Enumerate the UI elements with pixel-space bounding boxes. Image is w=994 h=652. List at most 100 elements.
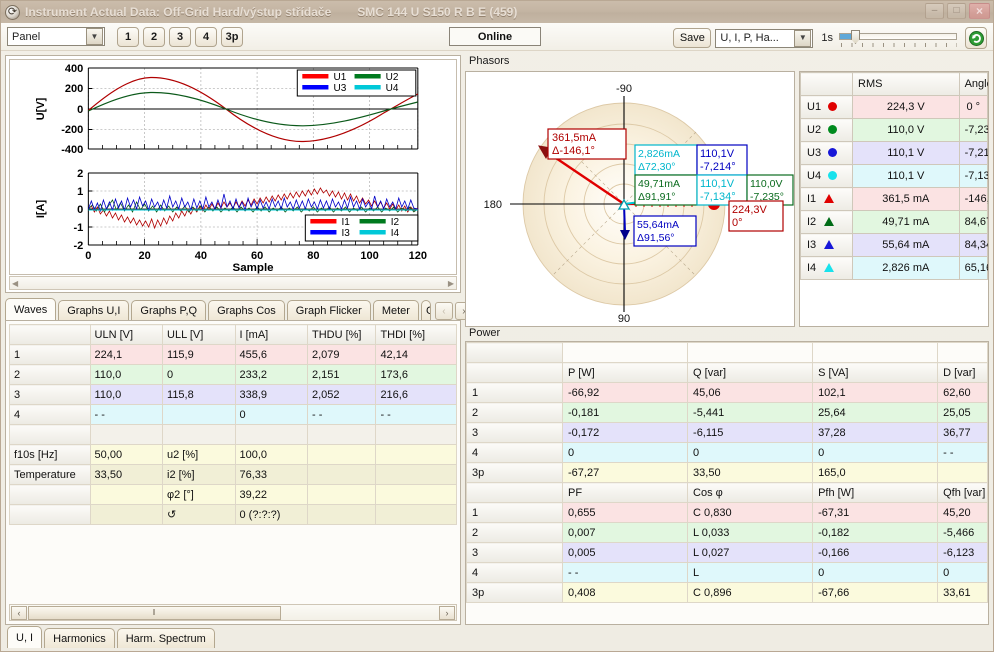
power-cell-d: - - bbox=[937, 442, 988, 463]
bottom-tab-strip: U, I Harmonics Harm. Spectrum bbox=[1, 625, 993, 651]
svg-text:110,1V: 110,1V bbox=[700, 178, 735, 190]
power-cell-s: 102,1 bbox=[812, 382, 939, 403]
minimize-button[interactable]: – bbox=[925, 3, 944, 19]
rms-row-label: U4 bbox=[807, 170, 822, 182]
rms-row-u1[interactable]: U1 224,3 V 0 ° bbox=[800, 95, 988, 119]
scroll-right-button[interactable]: › bbox=[439, 605, 455, 620]
power-cell-d bbox=[937, 462, 988, 483]
table-row[interactable]: 2 110,0 0 233,2 2,151 173,6 bbox=[9, 364, 457, 385]
scroll-right-arrow[interactable]: ▶ bbox=[448, 279, 454, 288]
waveform-chart-panel: 400 200 0 -200 -400 U[V] U1 U2 U3 U4 2 1… bbox=[5, 55, 461, 293]
power-row-1[interactable]: 1 -66,92 45,06 102,1 62,60 bbox=[466, 382, 988, 403]
legend-dot-icon bbox=[828, 125, 838, 134]
svg-text:100: 100 bbox=[360, 250, 378, 262]
phasor-diagram-panel[interactable]: -90 180 90 361,5mA Δ-146,1° 2,826mA Δ72,… bbox=[465, 71, 795, 327]
chevron-down-icon[interactable]: ▼ bbox=[794, 29, 812, 47]
rms-row-u4[interactable]: U4 110,1 V -7,134 ° bbox=[800, 164, 988, 188]
view-select[interactable]: U, I, P, Ha... ▼ bbox=[715, 28, 814, 48]
power-row-label: 1 bbox=[466, 382, 563, 403]
rms-row-i4[interactable]: I4 2,826 mA 65,16 ° bbox=[800, 256, 988, 280]
panel-select[interactable]: Panel ▼ bbox=[7, 27, 105, 46]
table-row[interactable]: 1 224,1 115,9 455,6 2,079 42,14 bbox=[9, 344, 457, 365]
svg-text:I2: I2 bbox=[391, 217, 400, 228]
aux-blank bbox=[306, 464, 377, 485]
chart-horizontal-scrollbar[interactable]: ◀ ▶ bbox=[9, 276, 457, 290]
power-cell-d: 62,60 bbox=[937, 382, 988, 403]
power-col-pf: PF bbox=[561, 482, 689, 503]
table-row[interactable]: 3 110,0 115,8 338,9 2,052 216,6 bbox=[9, 384, 457, 405]
svg-text:49,71mA: 49,71mA bbox=[638, 178, 680, 190]
power2-row-3p[interactable]: 3p 0,408 C 0,896 -67,66 33,61 bbox=[466, 582, 988, 603]
angle-value: 65,16 ° bbox=[958, 256, 988, 280]
tab-graphs-overflow[interactable]: Gra bbox=[420, 300, 431, 320]
power2-row-4[interactable]: 4 - - L 0 0 bbox=[466, 562, 988, 583]
rms-angle-table: RMS Angle U1 224,3 V 0 ° U2 bbox=[800, 72, 988, 280]
tab-meter[interactable]: Meter bbox=[372, 300, 419, 320]
power-row-4[interactable]: 4 0 0 0 - - bbox=[466, 442, 988, 463]
cell-thdi: 42,14 bbox=[375, 344, 457, 365]
table-row[interactable]: 4 - - 0 - - - - bbox=[9, 404, 457, 425]
online-button[interactable]: Online bbox=[449, 27, 541, 46]
rms-row-i2[interactable]: I2 49,71 mA 84,67 ° bbox=[800, 210, 988, 234]
close-button[interactable]: × bbox=[969, 3, 990, 19]
phase-button-1[interactable]: 1 bbox=[117, 26, 139, 47]
tab-graphs-ui[interactable]: Graphs U,I bbox=[58, 300, 130, 320]
tab-graphs-cos[interactable]: Graphs Cos bbox=[208, 300, 285, 320]
svg-text:40: 40 bbox=[195, 250, 207, 262]
aux-blank bbox=[89, 504, 164, 525]
save-button[interactable]: Save bbox=[673, 28, 712, 48]
power-row-3[interactable]: 3 -0,172 -6,115 37,28 36,77 bbox=[466, 422, 988, 443]
scroll-left-button[interactable]: ‹ bbox=[11, 605, 27, 620]
tab-graph-flicker[interactable]: Graph Flicker bbox=[286, 300, 371, 320]
right-column: Phasors -90 180 90 361,5mA Δ-146,1° 2,82… bbox=[465, 55, 989, 625]
rms-row-i1[interactable]: I1 361,5 mA -146,1 ° bbox=[800, 187, 988, 211]
power-cell-p: -67,27 bbox=[561, 462, 689, 483]
aux-blank bbox=[375, 444, 457, 465]
rms-row-i3[interactable]: I3 55,64 mA 84,34 ° bbox=[800, 233, 988, 257]
svg-text:U2: U2 bbox=[386, 72, 399, 83]
row-label bbox=[9, 424, 91, 445]
rms-row-label: I2 bbox=[807, 216, 817, 228]
aux-blank-label bbox=[9, 504, 91, 525]
scroll-left-arrow[interactable]: ◀ bbox=[12, 279, 18, 288]
maximize-button[interactable]: □ bbox=[947, 3, 966, 19]
cell-ull bbox=[162, 404, 236, 425]
tab-graphs-pq[interactable]: Graphs P,Q bbox=[131, 300, 207, 320]
chevron-down-icon[interactable]: ▼ bbox=[86, 28, 103, 45]
phase-button-2[interactable]: 2 bbox=[143, 26, 165, 47]
svg-text:55,64mA: 55,64mA bbox=[637, 219, 679, 231]
power-row-label: 3 bbox=[466, 422, 563, 443]
bottom-tab-harm-spectrum[interactable]: Harm. Spectrum bbox=[116, 628, 215, 648]
aux-value-f10s: 50,00 bbox=[89, 444, 164, 465]
aux-blank bbox=[306, 504, 377, 525]
power-row-3p[interactable]: 3p -67,27 33,50 165,0 bbox=[466, 462, 988, 483]
tab-prev-button[interactable]: ‹ bbox=[434, 302, 453, 320]
power2-row-2[interactable]: 2 0,007 L 0,033 -0,182 -5,466 bbox=[466, 522, 988, 543]
power-cell-d: 25,05 bbox=[937, 402, 988, 423]
tab-waves[interactable]: Waves bbox=[5, 298, 57, 320]
refresh-button[interactable] bbox=[965, 27, 987, 49]
svg-text:I4: I4 bbox=[391, 228, 400, 239]
bottom-tab-harmonics[interactable]: Harmonics bbox=[44, 628, 115, 648]
interval-slider[interactable] bbox=[839, 28, 957, 48]
scrollbar-thumb[interactable]: ‖ bbox=[28, 605, 282, 620]
power2-row-1[interactable]: 1 0,655 C 0,830 -67,31 45,20 bbox=[466, 502, 988, 523]
phase-button-3[interactable]: 3 bbox=[169, 26, 191, 47]
spacer bbox=[687, 342, 814, 363]
col-head-uln: ULN [V] bbox=[89, 324, 164, 345]
rms-row-u3[interactable]: U3 110,1 V -7,214 ° bbox=[800, 141, 988, 165]
power-row-2[interactable]: 2 -0,181 -5,441 25,64 25,05 bbox=[466, 402, 988, 423]
rms-row-u2[interactable]: U2 110,0 V -7,235 ° bbox=[800, 118, 988, 142]
table-horizontal-scrollbar[interactable]: ‹ ‖ › bbox=[9, 604, 457, 621]
phase-button-3p[interactable]: 3p bbox=[221, 26, 243, 47]
slider-thumb[interactable] bbox=[851, 30, 860, 44]
cell-blank bbox=[306, 424, 377, 445]
bottom-tab-ui[interactable]: U, I bbox=[7, 626, 43, 648]
left-column: 400 200 0 -200 -400 U[V] U1 U2 U3 U4 2 1… bbox=[5, 55, 473, 625]
svg-text:2,826mA: 2,826mA bbox=[638, 148, 680, 160]
power-col-q: Q [var] bbox=[687, 362, 814, 383]
power2-row-3[interactable]: 3 0,005 L 0,027 -0,166 -6,123 bbox=[466, 542, 988, 563]
phase-button-4[interactable]: 4 bbox=[195, 26, 217, 47]
power-row-label: 2 bbox=[466, 522, 563, 543]
svg-text:1: 1 bbox=[77, 186, 83, 198]
